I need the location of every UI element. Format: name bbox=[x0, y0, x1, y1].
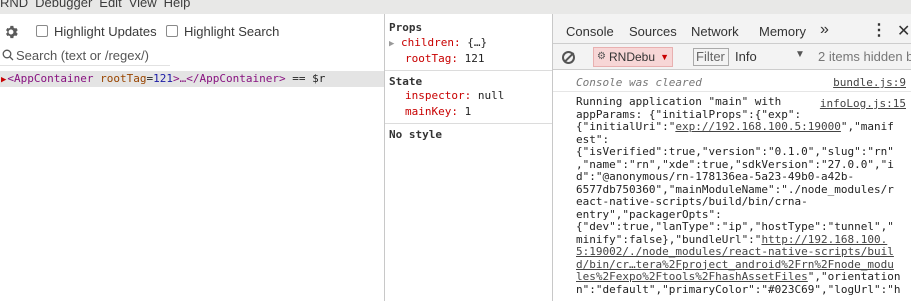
more-tabs-button[interactable]: » bbox=[820, 21, 829, 39]
log-text: ","orientation bbox=[807, 270, 901, 283]
props-header: Props bbox=[389, 21, 423, 34]
console-toolbar: ⚙ RNDebu ▼ Filter Info ▼ 2 items hidden … bbox=[553, 44, 911, 70]
state-inspector-key: inspector: bbox=[405, 89, 472, 102]
menu-rnd[interactable]: RND bbox=[0, 0, 35, 10]
menu-view[interactable]: View bbox=[129, 0, 164, 10]
expand-arrow-icon[interactable]: ▶ bbox=[389, 39, 394, 49]
console-output: Console was cleared bundle.js:9 infoLog.… bbox=[553, 70, 911, 301]
console-message-cleared: Console was cleared bundle.js:9 bbox=[553, 70, 911, 92]
gear-icon: ⚙ bbox=[597, 51, 606, 62]
tag-close: </AppContainer> bbox=[186, 72, 286, 85]
kebab-menu-icon[interactable]: ⋮ bbox=[871, 20, 887, 40]
state-mainkey-key: mainKey: bbox=[405, 105, 458, 118]
gear-icon[interactable] bbox=[4, 25, 18, 39]
prop-roottag: rootTag: 121 bbox=[405, 52, 484, 65]
state-inspector-value: null bbox=[477, 89, 505, 102]
tab-network[interactable]: Network bbox=[691, 24, 739, 39]
filter-input[interactable]: Filter bbox=[693, 48, 729, 66]
prop-children-value: {…} bbox=[467, 36, 488, 49]
highlight-updates-checkbox[interactable] bbox=[36, 25, 48, 37]
attr-name: rootTag bbox=[100, 72, 147, 85]
tab-console[interactable]: Console bbox=[566, 24, 614, 46]
log-link[interactable]: 5:19002/./node_modules/react-native-scri… bbox=[576, 245, 894, 258]
search-input[interactable] bbox=[16, 46, 166, 64]
menu-help[interactable]: Help bbox=[164, 0, 198, 10]
clear-console-icon[interactable] bbox=[562, 51, 575, 64]
log-text: est": {"isVerified":true,"version":"0.1.… bbox=[576, 132, 894, 246]
state-header: State bbox=[389, 75, 423, 88]
console-message-log: Running application "main" with appParam… bbox=[576, 95, 906, 296]
log-text: n":"default","primaryColor":"#023C69","l… bbox=[576, 282, 901, 296]
log-link[interactable]: exp://192.168.100.5:19000 bbox=[675, 120, 841, 133]
hidden-items-count: 2 items hidden by bbox=[818, 49, 911, 64]
state-mainkey-value: 1 bbox=[464, 105, 472, 118]
tag-ellipsis: >… bbox=[173, 72, 187, 85]
close-icon[interactable]: ✕ bbox=[897, 21, 910, 41]
expand-arrow-icon[interactable]: ▶ bbox=[1, 75, 6, 85]
divider bbox=[385, 123, 553, 124]
devtools-tabbar: Console Sources Network Memory » ⋮ ✕ bbox=[553, 14, 911, 46]
props-panel: Props ▶ children: {…} rootTag: 121 State… bbox=[384, 14, 553, 301]
menu-debugger[interactable]: Debugger bbox=[35, 0, 99, 10]
menu-bar: RND Debugger Edit View Help bbox=[0, 0, 911, 14]
search-icon bbox=[2, 49, 14, 61]
context-label: RNDebu bbox=[609, 50, 656, 64]
prop-roottag-key: rootTag: bbox=[405, 52, 458, 65]
log-link[interactable]: d/bin/cr…tera%2Fproject_android%2Frn%2Fn… bbox=[576, 258, 894, 271]
selected-ref: == $r bbox=[285, 72, 326, 85]
tab-memory[interactable]: Memory bbox=[759, 24, 806, 39]
prop-children-key: children: bbox=[401, 36, 461, 49]
divider bbox=[385, 70, 553, 71]
highlight-search-label: Highlight Search bbox=[184, 24, 280, 39]
state-inspector: inspector: null bbox=[405, 89, 504, 102]
devtools-panel: Console Sources Network Memory » ⋮ ✕ ⚙ R… bbox=[552, 14, 911, 301]
chevron-down-icon[interactable]: ▼ bbox=[795, 49, 805, 60]
context-selector[interactable]: ⚙ RNDebu ▼ bbox=[593, 47, 673, 67]
state-mainkey: mainKey: 1 bbox=[405, 105, 471, 118]
highlight-search-checkbox[interactable] bbox=[166, 25, 178, 37]
attr-value: 121 bbox=[153, 72, 173, 85]
search-row bbox=[0, 44, 170, 66]
log-text: Running application "main" with bbox=[576, 95, 782, 108]
prop-roottag-value: 121 bbox=[464, 52, 485, 65]
cleared-text: Console was cleared bbox=[576, 76, 702, 89]
no-style-label: No style bbox=[389, 128, 442, 141]
prop-children[interactable]: ▶ children: {…} bbox=[389, 36, 487, 49]
tree-row-appcontainer[interactable]: ▶<AppContainer rootTag=121>…</AppContain… bbox=[0, 71, 384, 87]
tab-sources[interactable]: Sources bbox=[629, 24, 677, 39]
log-link[interactable]: http://192.168.100. bbox=[761, 233, 887, 246]
log-text: appParams: {"initialProps":{"exp": bbox=[576, 107, 802, 121]
log-link[interactable]: les%2Fexpo%2Ftools%2FhashAssetFiles bbox=[576, 270, 808, 283]
chevron-down-icon: ▼ bbox=[660, 52, 669, 62]
highlight-updates-label: Highlight Updates bbox=[54, 24, 157, 39]
log-text: ","manif bbox=[840, 120, 894, 133]
react-tree-panel: Highlight Updates Highlight Search ▶<App… bbox=[0, 14, 384, 301]
log-text: {"initialUri":" bbox=[576, 120, 676, 133]
tag-open: <AppContainer bbox=[7, 72, 94, 85]
log-level-select[interactable]: Info bbox=[735, 49, 757, 64]
source-link[interactable]: bundle.js:9 bbox=[833, 76, 906, 89]
menu-edit[interactable]: Edit bbox=[99, 0, 128, 10]
